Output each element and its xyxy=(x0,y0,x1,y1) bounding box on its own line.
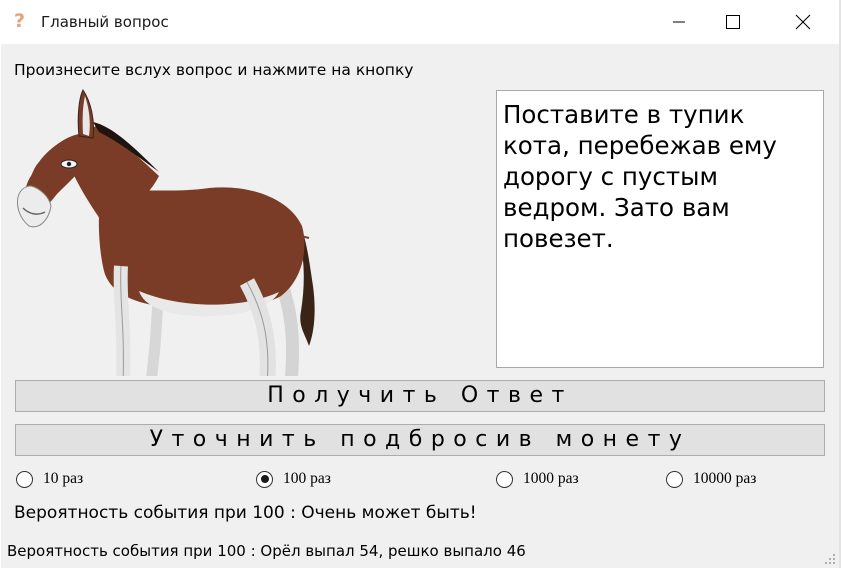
instruction-label: Произнесите вслух вопрос и нажмите на кн… xyxy=(14,61,414,79)
minimize-icon xyxy=(673,21,685,23)
result-label: Вероятность события при 100 : Очень може… xyxy=(14,503,477,523)
main-panel: Произнесите вслух вопрос и нажмите на кн… xyxy=(1,44,839,568)
radio-100[interactable]: 100 раз xyxy=(256,468,331,490)
close-button[interactable] xyxy=(780,0,826,44)
flip-coin-button[interactable]: Уточнить подбросив монету xyxy=(15,424,825,456)
radio-label: 10000 раз xyxy=(693,470,757,487)
radio-button[interactable] xyxy=(16,470,33,488)
question-icon: ? xyxy=(14,10,26,32)
radio-button-selected[interactable] xyxy=(256,470,273,488)
radio-1000[interactable]: 1000 раз xyxy=(496,468,579,490)
donkey-image xyxy=(16,89,315,376)
radio-button[interactable] xyxy=(496,470,513,488)
maximize-button[interactable] xyxy=(710,0,756,44)
status-bar-text: Вероятность события при 100 : Орёл выпал… xyxy=(7,542,526,560)
radio-10[interactable]: 10 раз xyxy=(16,468,83,490)
minimize-button[interactable] xyxy=(656,0,702,44)
close-icon xyxy=(795,14,811,30)
window-title: Главный вопрос xyxy=(41,13,169,31)
radio-10000[interactable]: 10000 раз xyxy=(666,468,756,490)
resize-grip-icon[interactable] xyxy=(824,553,836,565)
radio-label: 100 раз xyxy=(283,470,331,487)
title-bar[interactable]: ? Главный вопрос xyxy=(0,0,841,44)
radio-button[interactable] xyxy=(666,470,683,488)
radio-label: 1000 раз xyxy=(523,470,579,487)
get-answer-button[interactable]: Получить Ответ xyxy=(15,380,825,412)
maximize-icon xyxy=(726,15,740,29)
answer-textbox[interactable]: Поставите в тупик кота, перебежав ему до… xyxy=(496,90,824,368)
radio-label: 10 раз xyxy=(43,470,84,487)
